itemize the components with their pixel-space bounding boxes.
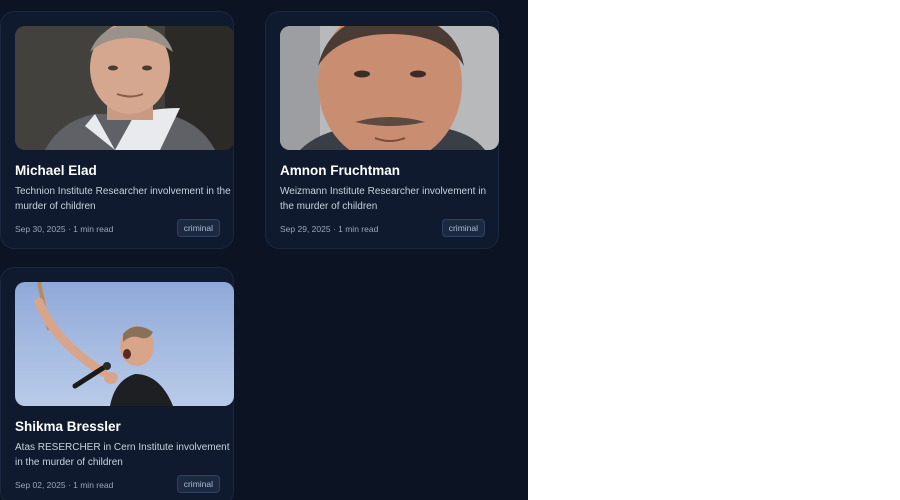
article-tag[interactable]: criminal <box>176 475 220 493</box>
article-date: Sep 30, 2025 <box>15 224 66 234</box>
article-date: Sep 02, 2025 <box>15 480 66 490</box>
article-read-time: 1 min read <box>338 224 379 234</box>
article-title[interactable]: Amnon Fruchtman <box>280 162 490 180</box>
article-title[interactable]: Shikma Bressler <box>15 418 225 436</box>
article-card[interactable]: Michael Elad Technion Institute Research… <box>0 11 234 249</box>
article-photo[interactable] <box>15 26 234 150</box>
article-date: Sep 29, 2025 <box>280 224 331 234</box>
article-photo[interactable] <box>280 26 499 150</box>
article-description: Technion Institute Researcher involvemen… <box>15 186 231 212</box>
article-description: Atas RESERCHER in Cern Institute involve… <box>15 442 230 468</box>
article-card[interactable]: Shikma Bressler Atas RESERCHER in Cern I… <box>0 267 234 500</box>
article-card[interactable]: Amnon Fruchtman Weizmann Institute Resea… <box>265 11 499 249</box>
article-meta: Sep 02, 2025 · 1 min read <box>15 480 114 490</box>
article-grid: Michael Elad Technion Institute Research… <box>0 0 528 500</box>
article-read-time: 1 min read <box>73 224 114 234</box>
article-description: Weizmann Institute Researcher involvemen… <box>280 186 487 212</box>
article-read-time: 1 min read <box>73 480 114 490</box>
article-tag[interactable]: criminal <box>176 219 220 237</box>
article-meta: Sep 30, 2025 · 1 min read <box>15 224 114 234</box>
article-title[interactable]: Michael Elad <box>15 162 225 180</box>
article-meta: Sep 29, 2025 · 1 min read <box>280 224 379 234</box>
article-photo[interactable] <box>15 282 234 406</box>
article-tag[interactable]: criminal <box>441 219 485 237</box>
